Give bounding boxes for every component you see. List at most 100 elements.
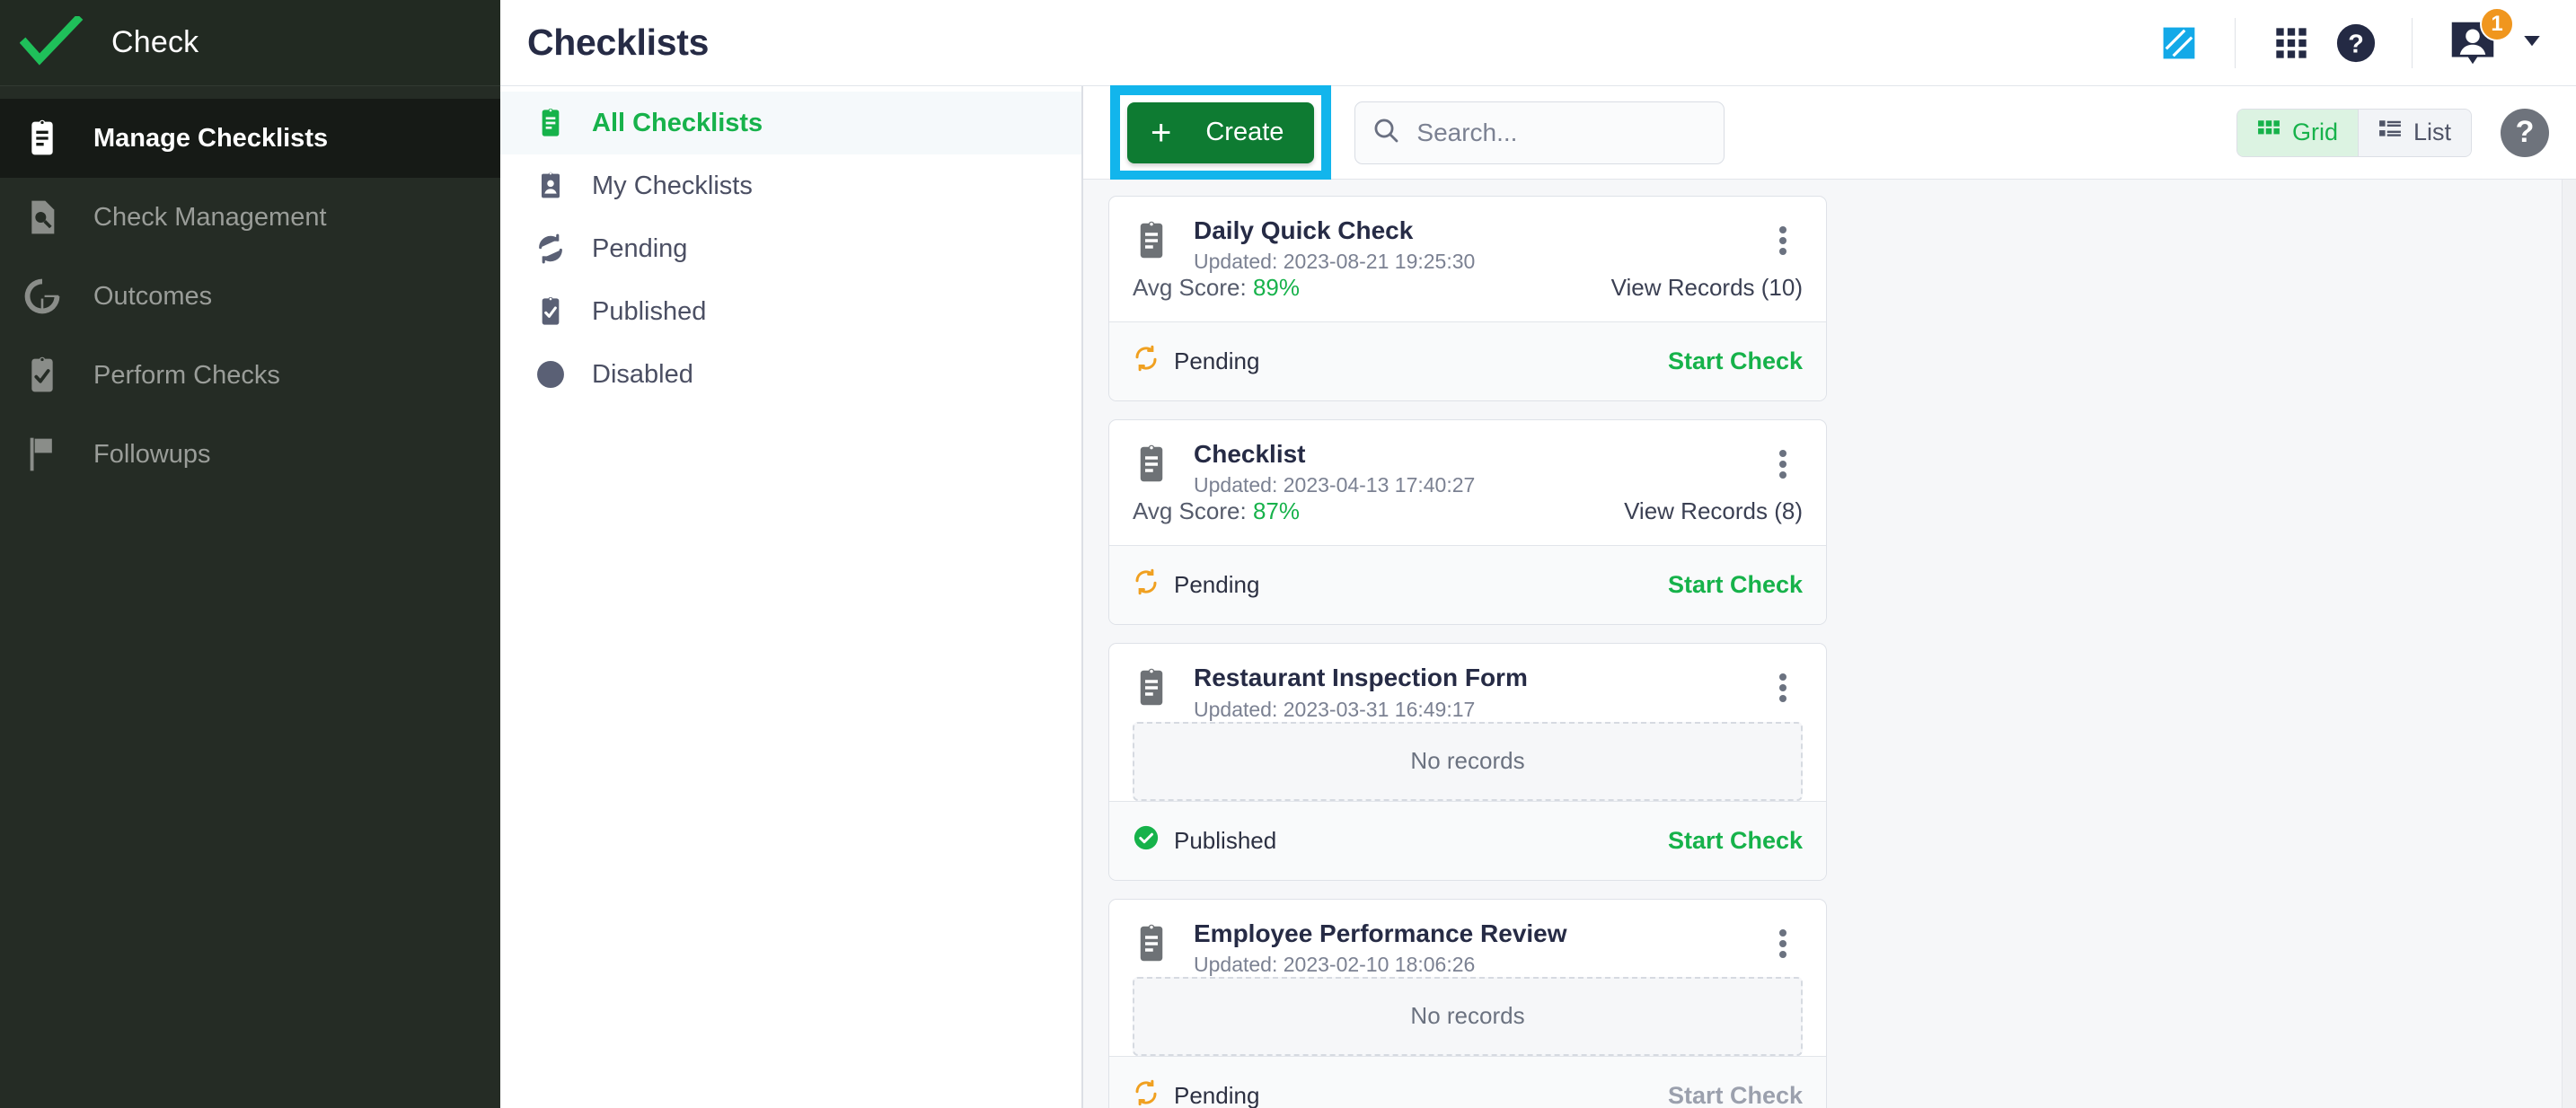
start-check-button[interactable]: Start Check: [1668, 1082, 1803, 1108]
header-divider-1: [2235, 17, 2236, 68]
svg-text:?: ?: [2348, 30, 2364, 58]
apps-grid-icon[interactable]: [2259, 11, 2324, 75]
card-menu-icon[interactable]: [1763, 664, 1803, 712]
card-header: Restaurant Inspection Form Updated: 2023…: [1133, 664, 1803, 721]
checklist-filter-nav: All Checklists My Checklists Pending Pub…: [500, 86, 1082, 1108]
sidebar-item-label: Check Management: [93, 202, 327, 232]
clipboard-icon: [1133, 923, 1174, 969]
card-titles: Restaurant Inspection Form Updated: 2023…: [1194, 664, 1763, 721]
no-entry-icon: [533, 356, 569, 392]
help-circle-icon[interactable]: ?: [2324, 11, 2388, 75]
search-box[interactable]: [1354, 101, 1725, 164]
status-icon: [1133, 345, 1160, 378]
status-badge: Published: [1133, 824, 1276, 857]
view-toggle: Grid List: [2236, 108, 2472, 157]
vertical-scrollbar[interactable]: [2562, 180, 2576, 1108]
card-footer: Published Start Check: [1109, 800, 1826, 880]
card-menu-icon[interactable]: [1763, 440, 1803, 488]
notification-badge: 1: [2480, 6, 2514, 41]
create-button-highlight: + Create: [1110, 84, 1332, 180]
subnav-item-my-checklists[interactable]: My Checklists: [500, 154, 1081, 217]
status-icon: [1133, 568, 1160, 602]
right-pane: Checklists ? 1 All Checklists My Checkli…: [500, 0, 2576, 1108]
help-icon[interactable]: ?: [2501, 108, 2549, 157]
view-toggle-list[interactable]: List: [2358, 109, 2471, 156]
card-titles: Employee Performance Review Updated: 202…: [1194, 919, 1763, 977]
subnav-item-published[interactable]: Published: [500, 280, 1081, 343]
body-row: All Checklists My Checklists Pending Pub…: [500, 84, 2576, 1108]
status-badge: Pending: [1133, 1079, 1259, 1108]
search-input[interactable]: [1416, 118, 1708, 147]
clipboard-check-icon: [533, 294, 569, 330]
card-middle: No records: [1133, 976, 1803, 1056]
app-root: Check Manage Checklists Check Management: [0, 0, 2576, 1108]
id-badge-icon: [533, 168, 569, 204]
avg-score-label: Avg Score:: [1133, 497, 1247, 525]
clipboard-icon: [22, 118, 63, 159]
view-toggle-grid[interactable]: Grid: [2236, 109, 2358, 156]
card-title: Restaurant Inspection Form: [1194, 664, 1528, 692]
subnav-item-disabled[interactable]: Disabled: [500, 343, 1081, 406]
checklists-toolbar: + Create Search... Grid List ?: [1083, 84, 2576, 180]
clipboard-icon: [1133, 220, 1174, 266]
checklist-card[interactable]: Checklist Updated: 2023-04-13 17:40:27 A…: [1108, 419, 1827, 626]
checklists-panel: + Create Search... Grid List ? Daily Qui…: [1082, 84, 2576, 1108]
card-titles: Checklist Updated: 2023-04-13 17:40:27: [1194, 440, 1763, 497]
checklist-card[interactable]: Daily Quick Check Updated: 2023-08-21 19…: [1108, 196, 1827, 402]
card-title: Daily Quick Check: [1194, 216, 1414, 244]
status-label: Pending: [1174, 571, 1260, 599]
header-divider-2: [2412, 17, 2413, 68]
clipboard-check-icon: [22, 355, 63, 396]
sidebar-item-label: Manage Checklists: [93, 123, 329, 153]
flag-icon: [22, 434, 63, 475]
sidebar-item-followups[interactable]: Followups: [0, 415, 500, 494]
sync-icon: [533, 231, 569, 267]
avg-score-value: 87%: [1252, 497, 1300, 525]
no-records-placeholder: No records: [1133, 976, 1803, 1056]
start-check-button[interactable]: Start Check: [1668, 347, 1803, 375]
chevron-down-icon[interactable]: [2519, 27, 2545, 58]
subnav-item-label: All Checklists: [592, 108, 763, 137]
search-icon: [1372, 116, 1400, 149]
card-title: Employee Performance Review: [1194, 919, 1567, 947]
sidebar-item-manage-checklists[interactable]: Manage Checklists: [0, 99, 500, 178]
checklist-card[interactable]: Restaurant Inspection Form Updated: 2023…: [1108, 643, 1827, 881]
card-stats: Avg Score: 89% View Records (10): [1133, 274, 1803, 321]
card-body: Daily Quick Check Updated: 2023-08-21 19…: [1109, 197, 1826, 321]
grid-view-icon: [2257, 118, 2280, 147]
sidebar-item-label: Outcomes: [93, 281, 213, 311]
card-body: Checklist Updated: 2023-04-13 17:40:27 A…: [1109, 420, 1826, 545]
view-toggle-grid-label: Grid: [2291, 119, 2338, 145]
card-updated-timestamp: Updated: 2023-02-10 18:06:26: [1194, 952, 1476, 976]
card-titles: Daily Quick Check Updated: 2023-08-21 19…: [1194, 216, 1763, 274]
no-records-placeholder: No records: [1133, 721, 1803, 801]
avatar[interactable]: 1: [2445, 6, 2514, 71]
list-view-icon: [2378, 118, 2402, 147]
card-menu-icon[interactable]: [1763, 919, 1803, 968]
clipboard-icon: [1133, 444, 1174, 489]
sidebar-item-perform-checks[interactable]: Perform Checks: [0, 336, 500, 415]
status-label: Pending: [1174, 347, 1260, 375]
sidebar-item-check-management[interactable]: Check Management: [0, 178, 500, 257]
start-check-button[interactable]: Start Check: [1668, 827, 1803, 855]
card-title: Checklist: [1194, 440, 1306, 469]
sidebar-item-outcomes[interactable]: Outcomes: [0, 257, 500, 336]
card-updated-timestamp: Updated: 2023-08-21 19:25:30: [1194, 250, 1476, 274]
card-menu-icon[interactable]: [1763, 216, 1803, 265]
create-button[interactable]: + Create: [1127, 101, 1315, 163]
checklist-card[interactable]: Employee Performance Review Updated: 202…: [1108, 898, 1827, 1108]
subnav-item-pending[interactable]: Pending: [500, 217, 1081, 280]
brand-header[interactable]: Check: [0, 0, 500, 86]
sidebar-item-label: Perform Checks: [93, 360, 280, 390]
sidebar-item-label: Followups: [93, 439, 211, 469]
document-search-icon: [22, 197, 63, 238]
checklist-cards-grid: Daily Quick Check Updated: 2023-08-21 19…: [1083, 180, 2576, 1108]
status-icon: [1133, 1079, 1160, 1108]
start-check-button[interactable]: Start Check: [1668, 571, 1803, 599]
status-label: Pending: [1174, 1081, 1260, 1108]
view-records-link[interactable]: View Records (8): [1624, 497, 1803, 525]
view-records-link[interactable]: View Records (10): [1611, 274, 1803, 302]
blue-stripe-square-icon[interactable]: [2147, 11, 2211, 75]
subnav-item-label: Published: [592, 296, 707, 326]
subnav-item-all-checklists[interactable]: All Checklists: [500, 92, 1081, 154]
